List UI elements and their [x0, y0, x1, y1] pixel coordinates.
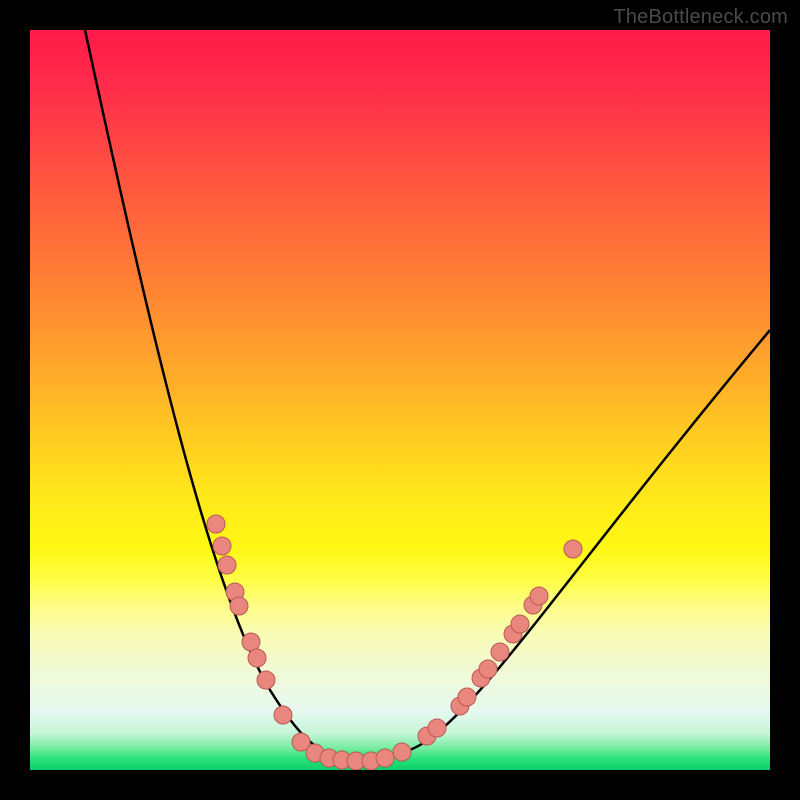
plot-area — [30, 30, 770, 770]
data-marker — [530, 587, 548, 605]
data-marker — [218, 556, 236, 574]
data-marker — [230, 597, 248, 615]
data-marker — [491, 643, 509, 661]
data-marker — [248, 649, 266, 667]
data-marker — [274, 706, 292, 724]
chart-svg — [30, 30, 770, 770]
chart-frame: TheBottleneck.com — [0, 0, 800, 800]
marker-group — [207, 515, 582, 770]
data-marker — [257, 671, 275, 689]
data-marker — [242, 633, 260, 651]
data-marker — [564, 540, 582, 558]
data-marker — [479, 660, 497, 678]
data-marker — [213, 537, 231, 555]
data-marker — [428, 719, 446, 737]
watermark-text: TheBottleneck.com — [613, 6, 788, 29]
data-marker — [376, 749, 394, 767]
data-marker — [458, 688, 476, 706]
data-marker — [511, 615, 529, 633]
data-marker — [207, 515, 225, 533]
bottleneck-curve — [85, 30, 770, 759]
data-marker — [393, 743, 411, 761]
